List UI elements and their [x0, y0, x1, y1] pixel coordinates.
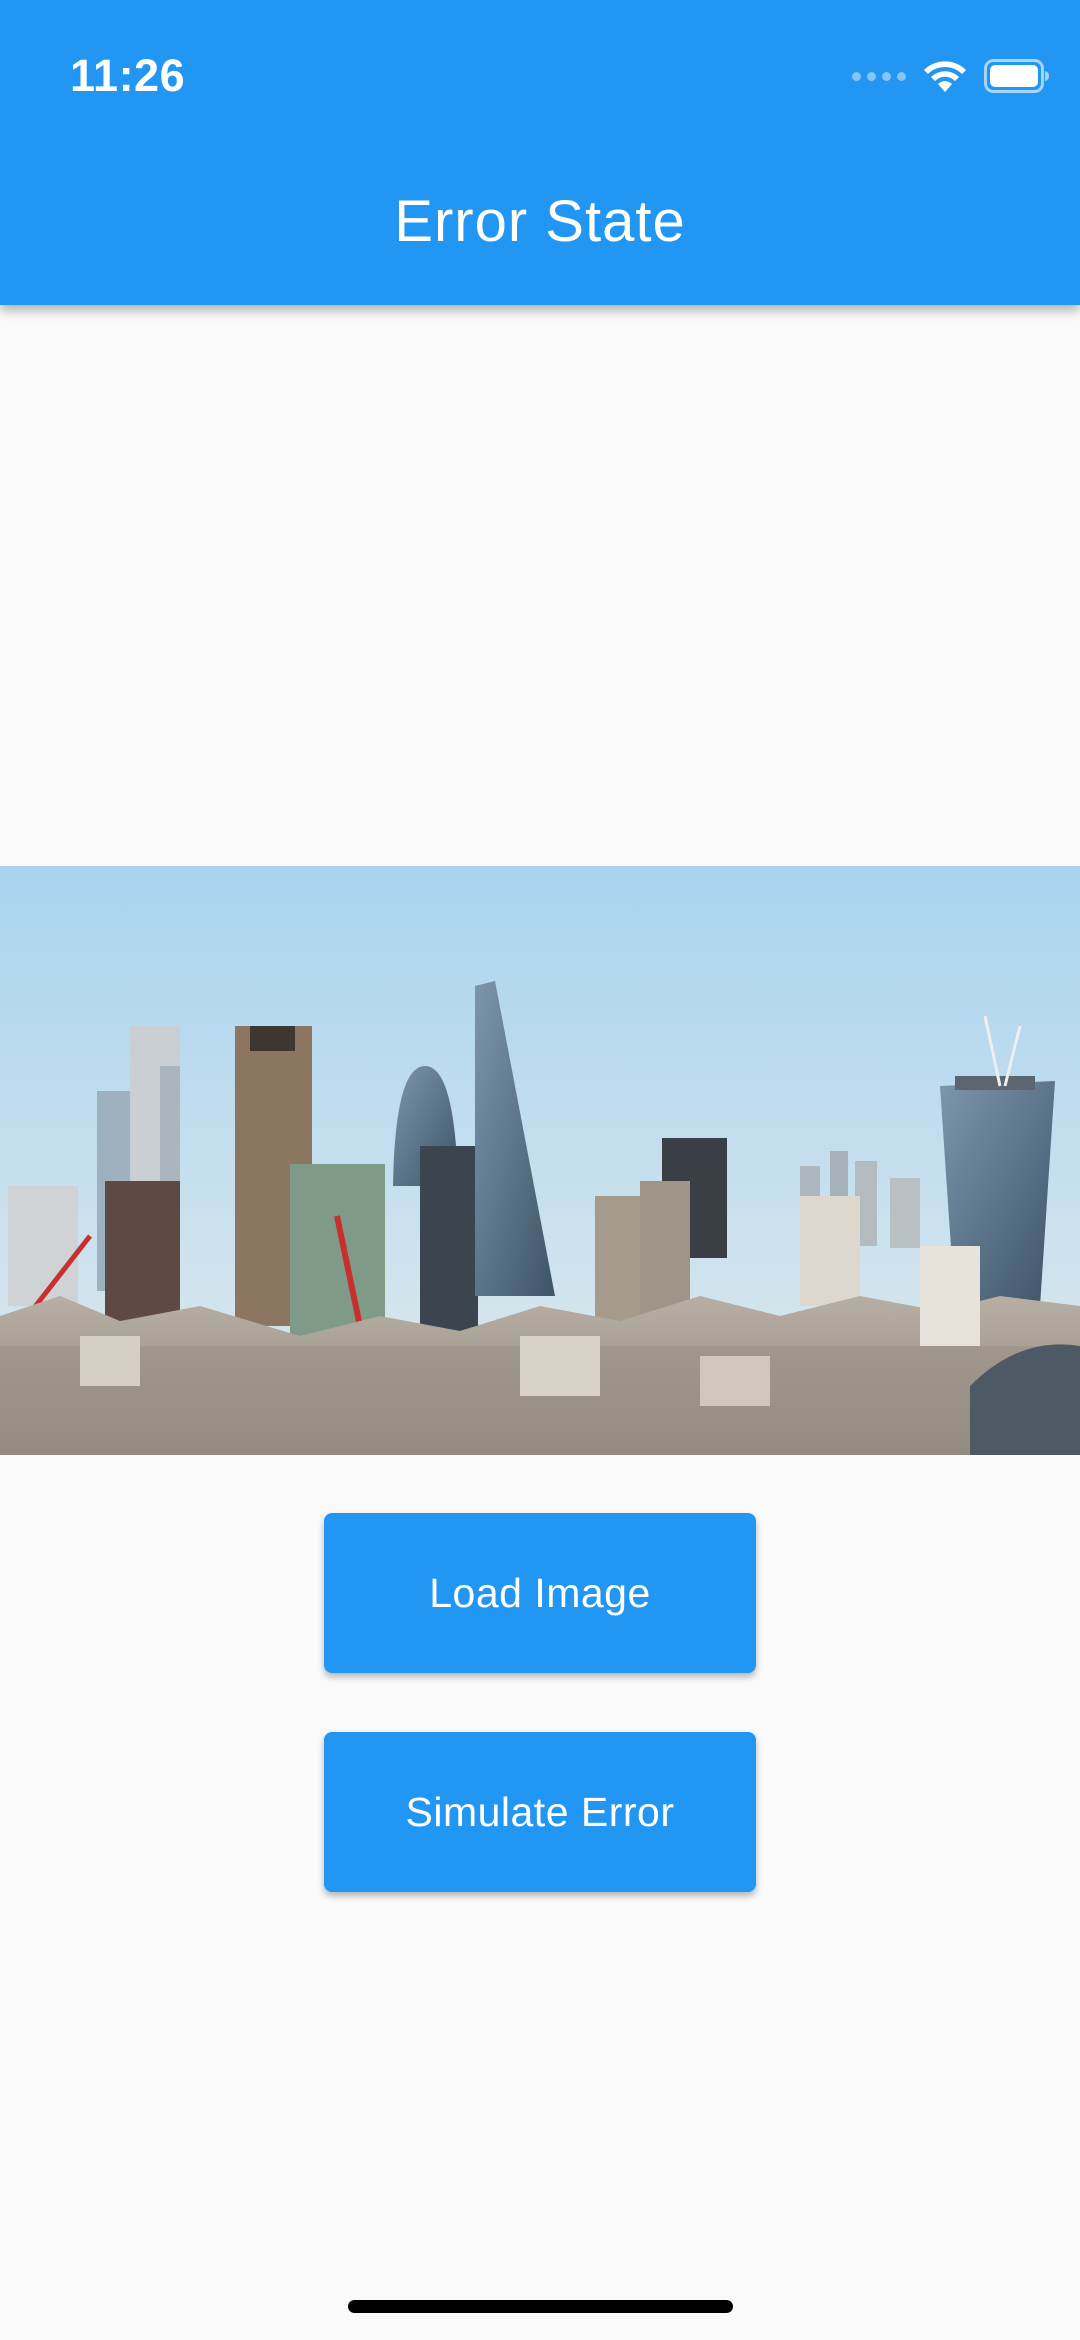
city-skyline-image	[0, 866, 1080, 1455]
home-indicator[interactable]	[348, 2300, 733, 2313]
battery-icon	[984, 59, 1050, 93]
simulate-error-button[interactable]: Simulate Error	[324, 1732, 756, 1892]
status-icons	[852, 56, 1050, 96]
app-screen: 11:26 Error State Load Image Simulate Er…	[0, 0, 1080, 2340]
page-title: Error State	[394, 189, 686, 254]
load-image-button[interactable]: Load Image	[324, 1513, 756, 1673]
status-time: 11:26	[70, 50, 186, 101]
wifi-icon	[924, 59, 966, 93]
signal-icon	[852, 71, 906, 81]
app-bar: 11:26 Error State	[0, 0, 1080, 305]
